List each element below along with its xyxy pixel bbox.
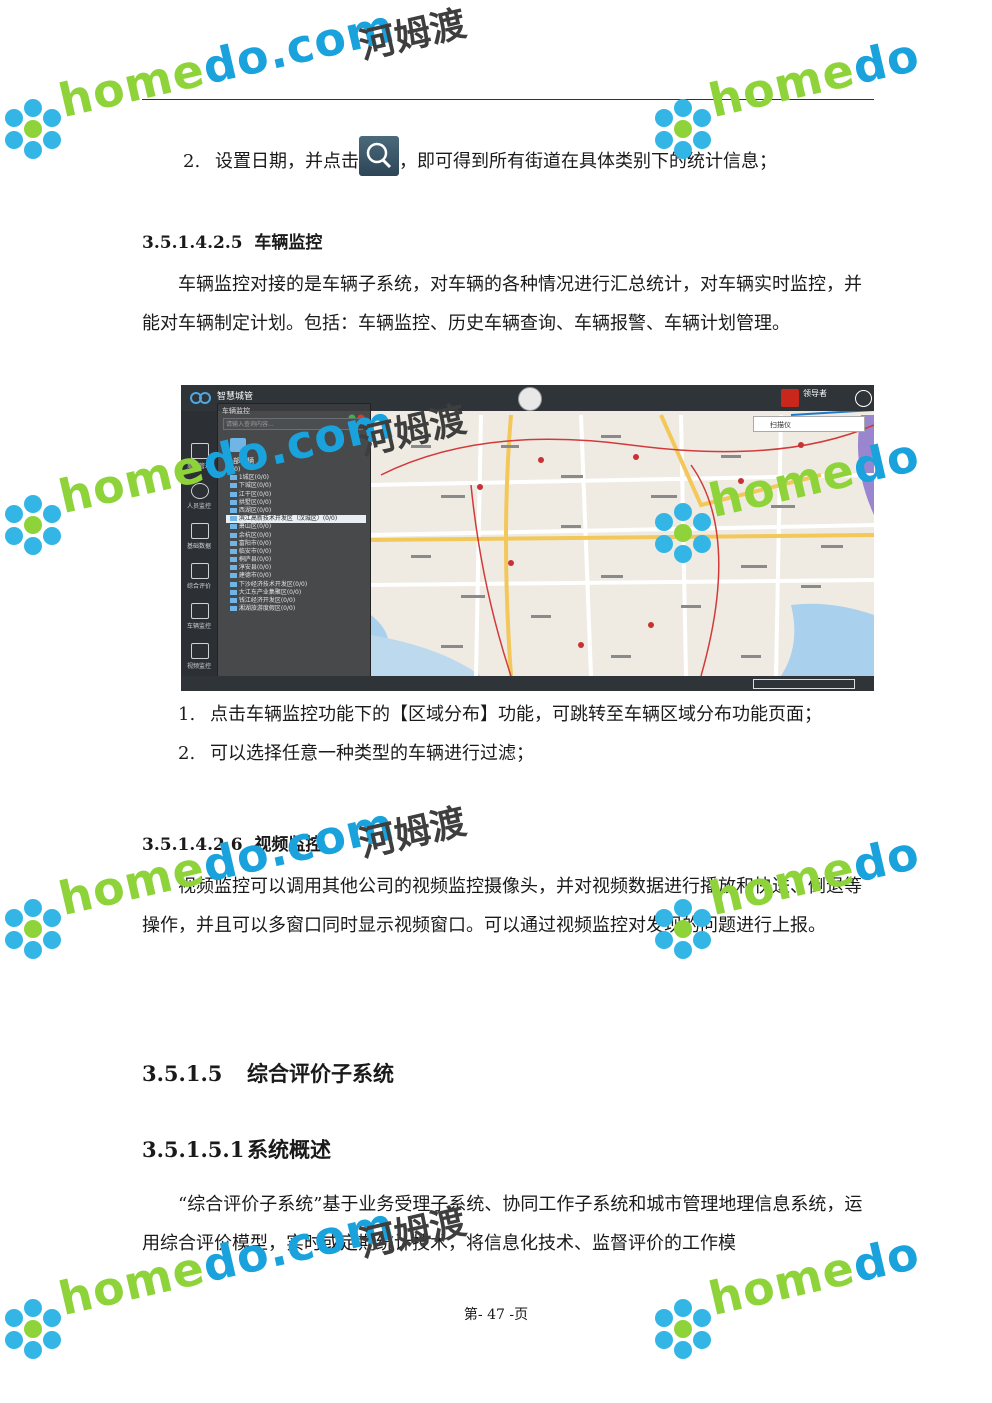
tree-item[interactable]: 萧山区(0/0) (226, 523, 366, 531)
video-icon (191, 643, 209, 659)
heading-title: 车辆监控 (254, 233, 323, 253)
nav-label: 视频监控 (186, 663, 211, 670)
tree-item[interactable]: 西湖区(0/0) (226, 507, 366, 515)
app-name: 智慧城管 (217, 392, 254, 402)
list-number: 2. (178, 743, 196, 764)
heading-title: 系统概述 (247, 1137, 331, 1162)
page-footer: 第- 47 -页 (463, 1307, 529, 1323)
database-icon (191, 523, 209, 539)
truck-icon (230, 438, 246, 452)
flower-logo-icon (0, 896, 66, 966)
tree-item[interactable]: 钱江经济开发区(0/0) (226, 597, 366, 605)
tree-item[interactable]: 富阳市(0/0) (226, 540, 366, 548)
person-icon (191, 483, 209, 499)
heading-system-overview: 3.5.1.5.1 系统概述 (142, 1136, 331, 1164)
step2-text-after: ，即可得到所有街道在具体类别下的统计信息； (399, 151, 777, 172)
logout-icon[interactable] (855, 390, 872, 407)
nav-label: 案件管理 (186, 463, 211, 470)
step2-line: 2. 设置日期，并点击 ，即可得到所有街道在具体类别下的统计信息； (183, 136, 777, 182)
heading-title: 综合评价子系统 (247, 1061, 394, 1086)
tree-item[interactable]: 拱墅区(0/0) (226, 499, 366, 507)
watermark-brand: homedo.com (53, 0, 400, 128)
tree-item[interactable]: 下沙经济技术开发区(0/0) (226, 581, 366, 589)
watermark-brand: homedo (703, 27, 925, 128)
heading-number: 3.5.1.5 (142, 1061, 223, 1086)
flower-logo-icon (0, 492, 66, 562)
map-scale-bar (753, 679, 855, 689)
tree-item[interactable]: 临安市(0/0) (226, 548, 366, 556)
vehicle-step-2: 2. 可以选择任意一种类型的车辆进行过滤； (178, 742, 534, 766)
nav-item-data[interactable]: 基础数据 (181, 519, 217, 557)
tree-item[interactable]: 大江东产业集聚区(0/0) (226, 589, 366, 597)
nav-item-evaluation[interactable]: 综合评价 (181, 559, 217, 597)
heading-number: 3.5.1.5.1 (142, 1137, 245, 1162)
heading-number: 3.5.1.4.2.5 (142, 233, 243, 253)
compass-icon[interactable] (518, 387, 542, 411)
panel-title: 车辆监控 (222, 407, 250, 415)
panel-search-input[interactable]: 请输入查询内容... (223, 418, 363, 430)
map-search-box[interactable]: 扫描仪 (753, 416, 865, 432)
paragraph-video-monitor: 视频监控可以调用其他公司的视频监控摄像头，并对视频数据进行播放和快进、倒退等操作… (142, 876, 862, 936)
watermark-cn: 河姆渡 (355, 3, 471, 68)
truck-icon (191, 603, 209, 619)
nav-label: 车辆监控 (186, 623, 211, 630)
nav-item-video[interactable]: 视频监控 (181, 639, 217, 677)
watermark-cn: 河姆渡 (355, 801, 471, 866)
heading-title: 视频监控 (254, 835, 323, 855)
tree-item[interactable]: 下城区(0/0) (226, 482, 366, 490)
header-rule (142, 99, 874, 100)
flower-logo-icon (0, 96, 66, 166)
tree-item[interactable]: 余杭区(0/0) (226, 532, 366, 540)
side-navigation: 案件管理 人员监控 基础数据 综合评价 车辆监控 视频监控 (181, 411, 217, 691)
tree-item[interactable]: 建德市(0/0) (226, 572, 366, 580)
list-number: 2. (183, 151, 201, 172)
tree-item[interactable]: 江干区(0/0) (226, 491, 366, 499)
nav-label: 基础数据 (186, 543, 211, 550)
nav-item-case[interactable]: 案件管理 (181, 439, 217, 477)
vehicle-monitor-screenshot: 智慧城管 领导者 案件管理 人员监控 基础数据 综合评价 车辆监控 视频监控 车… (181, 385, 874, 691)
list-text: 点击车辆监控功能下的【区域分布】功能，可跳转至车辆区域分布功能页面； (210, 704, 822, 725)
heading-video-monitor: 3.5.1.4.2.6 视频监控 (142, 833, 322, 857)
list-text: 可以选择任意一种类型的车辆进行过滤； (210, 743, 534, 764)
tree-root[interactable]: (0/0) (226, 466, 366, 474)
nav-label: 综合评价 (186, 583, 211, 590)
step2-text-before: 设置日期，并点击 (215, 151, 359, 172)
panel-controls[interactable] (348, 407, 366, 422)
app-logo (190, 390, 212, 406)
heading-vehicle-monitor: 3.5.1.4.2.5 车辆监控 (142, 231, 322, 255)
paragraph-overview: “综合评价子系统”基于业务受理子系统、协同工作子系统和城市管理地理信息系统，运用… (142, 1194, 863, 1254)
paragraph-vehicle-monitor: 车辆监控对接的是车辆子系统，对车辆的各种情况进行汇总统计，对车辆实时监控，并能对… (142, 274, 862, 334)
user-name: 领导者 (803, 389, 827, 398)
thumb-up-icon (191, 563, 209, 579)
region-tree: (0/0) 1城区(0/0) 下城区(0/0) 江干区(0/0) 拱墅区(0/0… (226, 466, 366, 613)
nav-label: 人员监控 (186, 503, 211, 510)
vehicle-step-1: 1. 点击车辆监控功能下的【区域分布】功能，可跳转至车辆区域分布功能页面； (178, 703, 822, 727)
nav-item-vehicle[interactable]: 车辆监控 (181, 599, 217, 637)
tree-item[interactable]: 1城区(0/0) (226, 474, 366, 482)
case-icon (191, 443, 209, 459)
nav-item-person[interactable]: 人员监控 (181, 479, 217, 517)
app-bottombar (181, 676, 874, 691)
search-icon (359, 136, 399, 176)
tree-item[interactable]: 湘湖旅游度假区(0/0) (226, 605, 366, 613)
all-vehicles-label[interactable]: 全部车辆 (226, 456, 254, 466)
vehicle-panel: 车辆监控 请输入查询内容... 全部车辆 (0/0) 1城区(0/0) 下城区(… (217, 403, 371, 687)
list-number: 1. (178, 704, 196, 725)
heading-evaluation-subsystem: 3.5.1.5 综合评价子系统 (142, 1060, 394, 1088)
user-avatar (781, 389, 799, 407)
heading-number: 3.5.1.4.2.6 (142, 835, 243, 855)
